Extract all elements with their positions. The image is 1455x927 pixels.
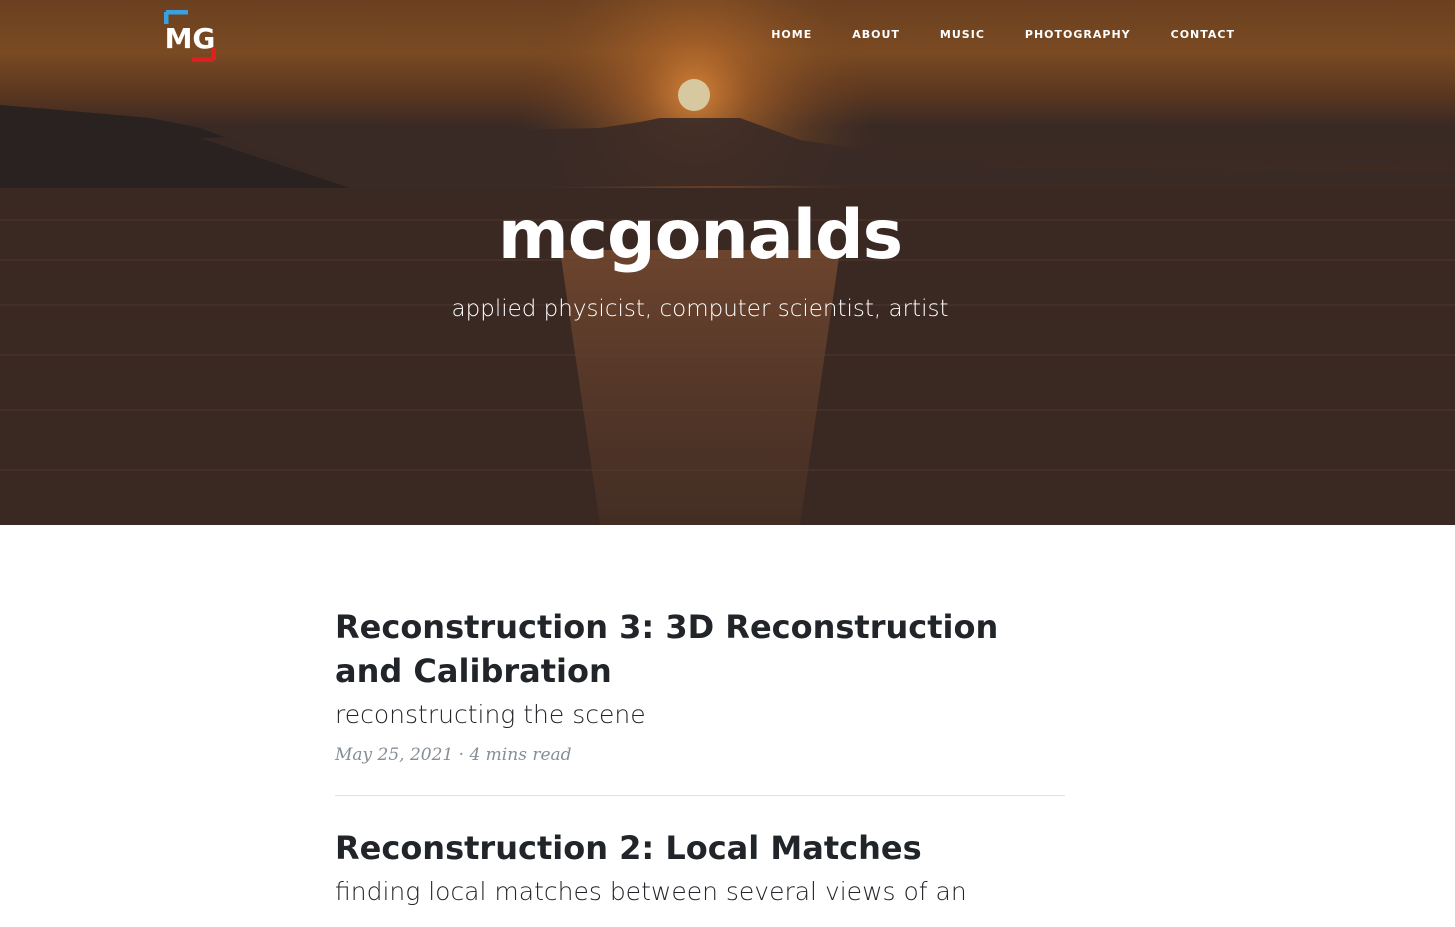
post-subtitle[interactable]: reconstructing the scene (335, 697, 1065, 733)
logo-text: MG (165, 22, 216, 55)
post-meta: May 25, 2021 · 4 mins read (335, 745, 572, 765)
nav-about[interactable]: ABOUT (852, 28, 900, 41)
post-list: Reconstruction 3: 3D Reconstruction and … (335, 525, 1065, 910)
nav-menu: HOME ABOUT MUSIC PHOTOGRAPHY CONTACT (771, 28, 1235, 41)
nav-home[interactable]: HOME (771, 28, 812, 41)
nav-music[interactable]: MUSIC (940, 28, 985, 41)
post-preview[interactable]: Reconstruction 3: 3D Reconstruction and … (335, 525, 1065, 796)
post-title[interactable]: Reconstruction 3: 3D Reconstruction and … (335, 605, 1065, 693)
post-title[interactable]: Reconstruction 2: Local Matches (335, 826, 1065, 870)
site-subtitle: applied physicist, computer scientist, a… (451, 296, 949, 322)
logo-icon[interactable]: MG (164, 10, 216, 62)
nav-photography[interactable]: PHOTOGRAPHY (1025, 28, 1131, 41)
nav-contact[interactable]: CONTACT (1171, 28, 1235, 41)
post-preview[interactable]: Reconstruction 2: Local Matches finding … (335, 796, 1065, 910)
site-title: mcgonalds (497, 196, 903, 275)
hero-header: MG HOME ABOUT MUSIC PHOTOGRAPHY CONTACT … (0, 0, 1455, 525)
post-subtitle[interactable]: finding local matches between several vi… (335, 874, 1065, 910)
top-navigation: MG HOME ABOUT MUSIC PHOTOGRAPHY CONTACT (0, 0, 1455, 72)
